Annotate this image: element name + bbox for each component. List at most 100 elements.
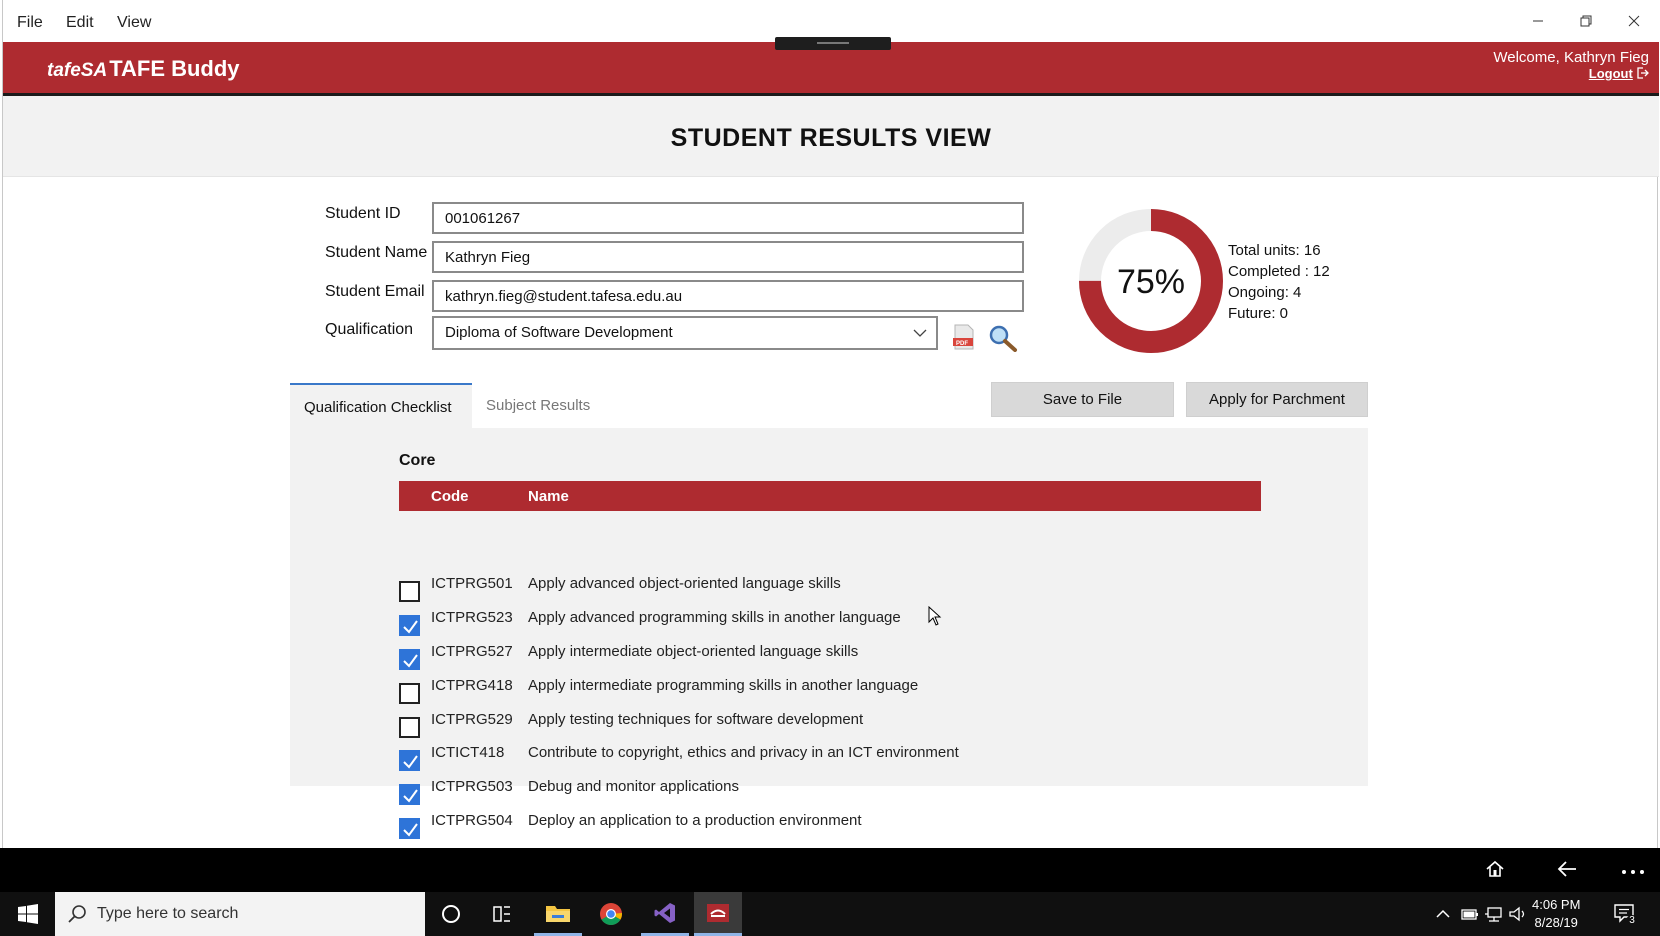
progress-donut: 75%: [1079, 209, 1223, 353]
ongoing-units-text: Ongoing: 4: [1228, 284, 1302, 301]
qualification-checklist-panel: Core Code Name ICTPRG501 Apply advanced o…: [290, 428, 1368, 839]
back-arrow-icon[interactable]: [1556, 858, 1578, 880]
task-view-button[interactable]: [478, 892, 526, 936]
unit-checkbox[interactable]: [399, 717, 420, 738]
taskbar-clock[interactable]: 4:06 PM 8/28/19: [1532, 896, 1580, 932]
clock-date: 8/28/19: [1534, 915, 1578, 930]
taskbar-search-placeholder: Type here to search: [97, 905, 239, 922]
mouse-cursor-icon: [928, 606, 942, 626]
student-id-field[interactable]: [432, 202, 1024, 234]
network-icon[interactable]: [1484, 905, 1504, 923]
unit-code: ICTICT418: [431, 744, 505, 761]
unit-checkbox[interactable]: [399, 615, 420, 636]
user-panel: Welcome, Kathryn Fieg Logout: [1493, 50, 1649, 82]
pdf-icon[interactable]: PDF: [952, 324, 976, 350]
cortana-button[interactable]: [427, 892, 475, 936]
checkmark-icon: [403, 755, 418, 769]
unit-checkbox[interactable]: [399, 784, 420, 805]
battery-icon[interactable]: [1460, 905, 1480, 923]
visual-studio-button[interactable]: [641, 892, 689, 936]
checklist-row: ICTPRG418 Apply intermediate programming …: [399, 677, 1261, 709]
action-center-button[interactable]: 3: [1612, 902, 1638, 928]
student-id-label: Student ID: [325, 205, 401, 222]
menu-bar: File Edit View: [3, 0, 1659, 42]
notification-count: 3: [1626, 915, 1638, 927]
student-name-field[interactable]: [432, 241, 1024, 273]
unit-name: Apply testing techniques for software de…: [528, 711, 864, 728]
checklist-row: ICTPRG523 Apply advanced programming skil…: [399, 609, 1261, 641]
search-icon: [68, 905, 86, 923]
unit-checkbox[interactable]: [399, 818, 420, 839]
tab-qualification-checklist[interactable]: Qualification Checklist: [290, 383, 472, 428]
unit-name: Debug and monitor applications: [528, 778, 739, 795]
menu-file[interactable]: File: [17, 14, 43, 32]
close-button[interactable]: [1611, 6, 1657, 36]
checklist-row: ICTPRG503 Debug and monitor applications: [399, 778, 1261, 810]
tafe-buddy-taskbar-button[interactable]: [694, 892, 742, 936]
unit-code: ICTPRG529: [431, 711, 513, 728]
more-options-icon[interactable]: [1620, 858, 1646, 880]
page-title: STUDENT RESULTS VIEW: [670, 124, 992, 152]
completed-units-text: Completed : 12: [1228, 263, 1330, 280]
chevron-down-icon: [913, 329, 927, 337]
unit-checkbox[interactable]: [399, 750, 420, 771]
unit-name: Apply advanced programming skills in ano…: [528, 609, 901, 626]
unit-name: Apply intermediate programming skills in…: [528, 677, 919, 694]
checklist-row: ICTICT418 Contribute to copyright, ethics…: [399, 744, 1261, 776]
taskbar-search-box[interactable]: Type here to search: [55, 892, 425, 936]
logout-icon[interactable]: [1637, 67, 1649, 79]
title-band: STUDENT RESULTS VIEW: [3, 96, 1659, 177]
windows-taskbar: Type here to search 4:06 PM 8/28/19 3: [0, 892, 1660, 936]
unit-checkbox[interactable]: [399, 581, 420, 602]
chrome-icon: [600, 903, 622, 925]
volume-icon[interactable]: [1508, 905, 1528, 923]
app-header: tafeSATAFE Buddy Welcome, Kathryn Fieg L…: [3, 42, 1659, 96]
column-header-name: Name: [528, 488, 569, 505]
welcome-text: Welcome, Kathryn Fieg: [1493, 49, 1649, 66]
unit-checkbox[interactable]: [399, 649, 420, 670]
checklist-row: ICTPRG501 Apply advanced object-oriented …: [399, 575, 1261, 607]
logout-link[interactable]: Logout: [1589, 66, 1633, 81]
student-email-field[interactable]: [432, 280, 1024, 312]
home-icon[interactable]: [1484, 858, 1506, 880]
chevron-up-icon[interactable]: [1435, 906, 1451, 922]
search-icon[interactable]: [988, 324, 1018, 352]
unit-name: Apply advanced object-oriented language …: [528, 575, 841, 592]
qualification-label: Qualification: [325, 321, 414, 338]
tab-subject-results[interactable]: Subject Results: [472, 383, 610, 428]
menu-view[interactable]: View: [117, 14, 151, 32]
tafe-buddy-app-icon: [707, 903, 729, 922]
tafe-buddy-logo: tafeSATAFE Buddy: [47, 56, 240, 82]
unit-code: ICTPRG503: [431, 778, 513, 795]
checklist-row: ICTPRG527 Apply intermediate object-orien…: [399, 643, 1261, 675]
column-header-code: Code: [431, 488, 469, 505]
checkmark-icon: [403, 823, 418, 837]
qualification-select[interactable]: Diploma of Software Development: [432, 316, 938, 350]
checklist-table-header: Code Name: [399, 481, 1261, 511]
restore-icon: [1580, 15, 1592, 27]
apply-for-parchment-button[interactable]: Apply for Parchment: [1186, 382, 1368, 417]
drag-handle[interactable]: [775, 37, 891, 50]
unit-checkbox[interactable]: [399, 683, 420, 704]
unit-code: ICTPRG504: [431, 812, 513, 829]
clock-time: 4:06 PM: [1532, 897, 1581, 912]
future-units-text: Future: 0: [1228, 305, 1289, 322]
checkmark-icon: [403, 654, 418, 668]
file-explorer-button[interactable]: [534, 892, 582, 936]
minimize-button[interactable]: [1515, 6, 1561, 36]
progress-percent-label: 75%: [1117, 263, 1185, 301]
restore-button[interactable]: [1563, 6, 1609, 36]
unit-code: ICTPRG418: [431, 677, 513, 694]
file-explorer-icon: [546, 905, 570, 922]
menu-edit[interactable]: Edit: [66, 14, 94, 32]
logo-tafesa-text: tafeSA: [47, 60, 108, 81]
windows-start-icon[interactable]: [18, 904, 38, 924]
chrome-button[interactable]: [587, 892, 635, 936]
save-to-file-button[interactable]: Save to File: [991, 382, 1174, 417]
unit-code: ICTPRG501: [431, 575, 513, 592]
unit-stats: Total units: 16 Completed : 12 Ongoing: …: [1228, 240, 1330, 324]
unit-name: Contribute to copyright, ethics and priv…: [528, 744, 959, 761]
core-heading: Core: [399, 452, 436, 469]
unit-name: Deploy an application to a production en…: [528, 812, 862, 829]
cortana-icon: [442, 905, 460, 923]
